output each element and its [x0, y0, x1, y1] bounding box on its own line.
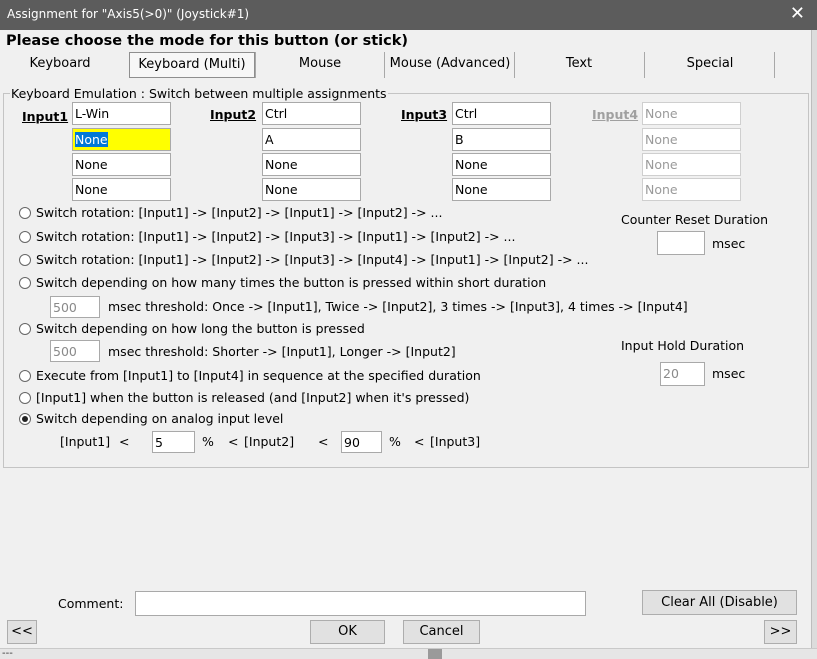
ok-button[interactable]: OK — [310, 620, 385, 644]
radio-rotation-3[interactable] — [19, 231, 31, 243]
input3-field-2[interactable]: B — [452, 128, 551, 151]
analog-threshold-2-input[interactable]: 90 — [341, 431, 382, 453]
input2-field-2[interactable]: A — [262, 128, 361, 151]
window-edge-right — [811, 30, 817, 658]
prev-button[interactable]: << — [7, 620, 37, 644]
input2-field-1[interactable]: Ctrl — [262, 102, 361, 125]
comment-label: Comment: — [58, 596, 124, 611]
tab-separator — [774, 52, 775, 78]
option-press-count-label: Switch depending on how many times the b… — [36, 275, 547, 290]
option-rotation-4-label: Switch rotation: [Input1] -> [Input2] ->… — [36, 252, 589, 267]
press-count-threshold-input[interactable]: 500 — [50, 296, 100, 318]
radio-press-count[interactable] — [19, 277, 31, 289]
option-release-press-label: [Input1] when the button is released (an… — [36, 390, 470, 405]
analog-less-than-3: < — [318, 434, 329, 449]
option-rotation-2-label: Switch rotation: [Input1] -> [Input2] ->… — [36, 205, 443, 220]
radio-press-length[interactable] — [19, 323, 31, 335]
analog-threshold-1-input[interactable]: 5 — [152, 431, 195, 453]
cancel-button[interactable]: Cancel — [403, 620, 480, 644]
input1-field-2-selection: None — [75, 132, 108, 147]
input4-field-3: None — [642, 153, 741, 176]
tab-text[interactable]: Text — [516, 52, 642, 78]
press-length-description: msec threshold: Shorter -> [Input1], Lon… — [108, 344, 456, 359]
analog-input2-label: [Input2] — [244, 434, 295, 449]
input1-label: Input1 — [22, 109, 69, 124]
input4-field-2: None — [642, 128, 741, 151]
radio-sequence[interactable] — [19, 370, 31, 382]
tab-keyboard-multi[interactable]: Keyboard (Multi) — [129, 52, 255, 78]
hold-duration-label: Input Hold Duration — [621, 338, 745, 353]
close-icon[interactable]: ✕ — [790, 3, 805, 25]
clear-all-button[interactable]: Clear All (Disable) — [642, 590, 797, 615]
input3-field-4[interactable]: None — [452, 178, 551, 201]
input2-field-3[interactable]: None — [262, 153, 361, 176]
tab-separator — [255, 52, 256, 78]
input2-field-4[interactable]: None — [262, 178, 361, 201]
input3-field-3[interactable]: None — [452, 153, 551, 176]
counter-reset-unit: msec — [712, 236, 746, 251]
radio-analog-level[interactable] — [19, 413, 31, 425]
hold-duration-input[interactable]: 20 — [660, 362, 705, 386]
tab-special[interactable]: Special — [646, 52, 774, 78]
tab-separator — [644, 52, 645, 78]
input1-field-4[interactable]: None — [72, 178, 171, 201]
input1-field-2[interactable]: None — [72, 128, 171, 151]
analog-percent-1: % — [202, 434, 214, 449]
counter-reset-input[interactable] — [657, 231, 705, 255]
next-button[interactable]: >> — [764, 620, 797, 644]
tab-mouse[interactable]: Mouse — [258, 52, 382, 78]
option-rotation-3-label: Switch rotation: [Input1] -> [Input2] ->… — [36, 229, 516, 244]
input3-field-1[interactable]: Ctrl — [452, 102, 551, 125]
page-heading: Please choose the mode for this button (… — [6, 33, 409, 49]
input4-field-4: None — [642, 178, 741, 201]
title-bar: Assignment for "Axis5(>0)" (Joystick#1) … — [0, 0, 817, 30]
analog-less-than-1: < — [119, 434, 130, 449]
input4-label: Input4 — [592, 107, 639, 122]
option-analog-level-label: Switch depending on analog input level — [36, 411, 284, 426]
analog-less-than-4: < — [414, 434, 425, 449]
tab-keyboard[interactable]: Keyboard — [8, 52, 112, 78]
radio-rotation-2[interactable] — [19, 207, 31, 219]
press-count-description: msec threshold: Once -> [Input1], Twice … — [108, 299, 688, 314]
window-edge-bottom: --- — [0, 648, 817, 659]
window-title: Assignment for "Axis5(>0)" (Joystick#1) — [7, 7, 250, 21]
input2-label: Input2 — [210, 107, 257, 122]
input3-label: Input3 — [401, 107, 448, 122]
option-press-length-label: Switch depending on how long the button … — [36, 321, 365, 336]
input1-field-3[interactable]: None — [72, 153, 171, 176]
group-label: Keyboard Emulation : Switch between mult… — [10, 86, 388, 101]
comment-input[interactable] — [135, 591, 586, 616]
tab-separator — [384, 52, 385, 78]
tab-mouse-advanced[interactable]: Mouse (Advanced) — [386, 52, 514, 78]
input4-field-1: None — [642, 102, 741, 125]
radio-rotation-4[interactable] — [19, 254, 31, 266]
radio-release-press[interactable] — [19, 392, 31, 404]
analog-input3-label: [Input3] — [430, 434, 481, 449]
counter-reset-label: Counter Reset Duration — [621, 212, 769, 227]
option-sequence-label: Execute from [Input1] to [Input4] in seq… — [36, 368, 481, 383]
hold-duration-unit: msec — [712, 366, 746, 381]
analog-less-than-2: < — [228, 434, 239, 449]
status-mark: --- — [2, 648, 13, 659]
analog-percent-2: % — [389, 434, 401, 449]
tab-separator — [514, 52, 515, 78]
input1-field-1[interactable]: L-Win — [72, 102, 171, 125]
analog-input1-label: [Input1] — [60, 434, 111, 449]
press-length-threshold-input[interactable]: 500 — [50, 340, 100, 362]
